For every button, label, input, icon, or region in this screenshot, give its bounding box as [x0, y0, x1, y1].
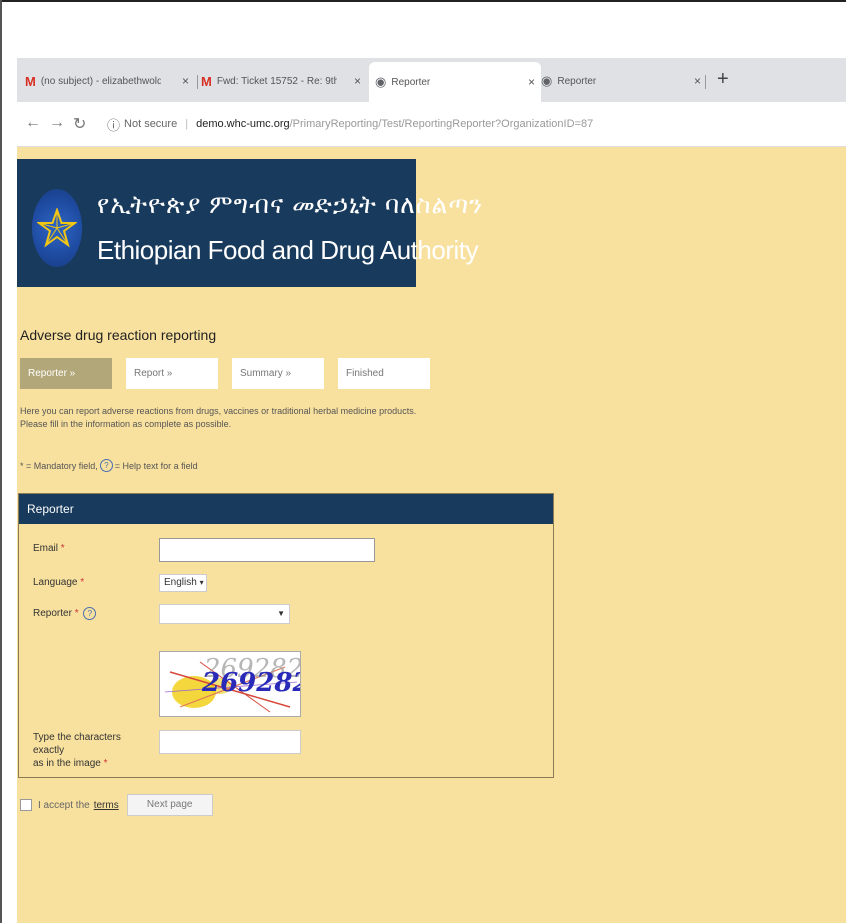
email-label: Email *: [33, 543, 65, 554]
mandatory-legend: * = Mandatory field,: [20, 460, 98, 471]
new-tab-icon[interactable]: +: [717, 68, 729, 91]
gmail-icon: M: [201, 73, 212, 89]
reporter-panel: Reporter Email * Language * English ▾ Re…: [18, 493, 554, 778]
panel-header: Reporter: [19, 494, 553, 524]
tab-label: Fwd: Ticket 15752 - Re: 9th E-mail: [216, 75, 337, 87]
help-legend: = Help text for a field: [114, 460, 198, 471]
chevron-down-icon: ▼: [277, 609, 285, 618]
browser-toolbar: ← → ↻ ⓘ Not secure | demo.whc-umc.org /P…: [17, 102, 846, 147]
reporter-label: Reporter * ?: [33, 607, 98, 620]
tab-label: Reporter: [557, 75, 597, 87]
captcha-image: 269282 269282: [159, 651, 301, 717]
gmail-icon: M: [25, 73, 36, 89]
close-icon[interactable]: ×: [694, 74, 701, 88]
forward-icon[interactable]: →: [49, 114, 65, 132]
page-content: የኢትዮጵያ ምግብና መድኃኒት ባለስልጣን Ethiopian Food …: [17, 147, 846, 923]
reload-icon[interactable]: ↻: [73, 114, 86, 134]
next-page-button[interactable]: Next page: [126, 794, 213, 816]
close-icon[interactable]: ×: [182, 74, 189, 88]
address-divider: |: [185, 118, 189, 130]
banner-title-amharic: የኢትዮጵያ ምግብና መድኃኒት ባለስልጣን: [97, 191, 484, 219]
window-border: [0, 0, 2, 923]
efda-banner: የኢትዮጵያ ምግብና መድኃኒት ባለስልጣን Ethiopian Food …: [17, 159, 482, 287]
window-frame: [0, 0, 846, 10]
tab-label: Reporter: [391, 76, 431, 88]
field-legend: * = Mandatory field, ? = Help text for a…: [20, 459, 198, 472]
accept-checkbox[interactable]: [20, 799, 32, 811]
reporter-select[interactable]: ▼: [159, 604, 290, 624]
close-icon[interactable]: ×: [528, 75, 535, 89]
browser-tab-strip: M (no subject) - elizabethwoldemariam × …: [17, 58, 846, 102]
tab-divider: [197, 75, 198, 89]
browser-tab[interactable]: M (no subject) - elizabethwoldemariam ×: [25, 64, 195, 98]
captcha-input[interactable]: [159, 730, 301, 754]
info-icon[interactable]: ⓘ: [107, 115, 120, 134]
back-icon[interactable]: ←: [25, 114, 41, 132]
banner-title-english: Ethiopian Food and Drug Authority: [97, 235, 478, 265]
browser-tab-active[interactable]: ◉ Reporter ×: [369, 62, 541, 102]
security-label: Not secure: [124, 118, 178, 130]
globe-icon: ◉: [375, 74, 387, 89]
globe-icon: ◉: [541, 73, 553, 88]
step-summary[interactable]: Summary »: [232, 358, 324, 389]
email-field[interactable]: [159, 538, 375, 562]
accept-label: I accept the: [38, 799, 90, 811]
step-report[interactable]: Report »: [126, 358, 218, 389]
page-title: Adverse drug reaction reporting: [20, 327, 217, 343]
intro-line: Please fill in the information as comple…: [20, 419, 232, 429]
help-icon[interactable]: ?: [83, 607, 97, 620]
url-path: /PrimaryReporting/Test/ReportingReporter…: [289, 118, 594, 130]
browser-tab[interactable]: M Fwd: Ticket 15752 - Re: 9th E-mail ×: [201, 64, 367, 98]
close-icon[interactable]: ×: [354, 74, 361, 88]
tab-label: (no subject) - elizabethwoldemariam: [40, 75, 161, 87]
step-finished[interactable]: Finished: [338, 358, 430, 389]
url-host: demo.whc-umc.org: [196, 118, 290, 130]
language-select[interactable]: English ▾: [159, 574, 207, 592]
language-label: Language *: [33, 577, 85, 588]
captcha-text: 269282: [202, 668, 301, 698]
terms-link[interactable]: terms: [94, 800, 119, 811]
emblem-icon: [32, 189, 82, 267]
browser-tab[interactable]: ◉ Reporter ×: [537, 64, 707, 98]
step-navigation: Reporter » Report » Summary » Finished: [20, 358, 444, 389]
tab-divider: [705, 75, 706, 89]
address-bar[interactable]: ⓘ Not secure | demo.whc-umc.org /Primary…: [107, 109, 836, 139]
step-reporter[interactable]: Reporter »: [20, 358, 112, 389]
accept-terms-row: I accept the terms Next page: [20, 794, 213, 816]
help-icon: ?: [99, 459, 113, 472]
captcha-label: Type the characters exactly as in the im…: [33, 732, 121, 769]
intro-line: Here you can report adverse reactions fr…: [20, 406, 417, 416]
intro-text: Here you can report adverse reactions fr…: [20, 405, 416, 431]
